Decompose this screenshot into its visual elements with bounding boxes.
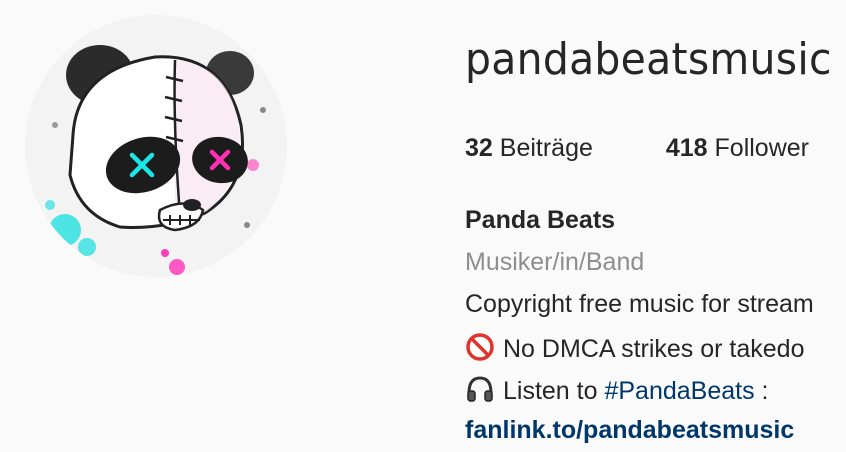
followers-label: Follower xyxy=(714,134,809,162)
profile-category: Musiker/in/Band xyxy=(465,248,645,276)
followers-stat[interactable]: 418 Follower xyxy=(666,134,809,163)
bio-line-3: Listen to #PandaBeats : xyxy=(465,374,769,411)
headphones-icon xyxy=(465,374,495,411)
profile-username: pandabeatsmusic xyxy=(465,34,832,85)
followers-count: 418 xyxy=(665,134,708,162)
bio-line-2-text: No DMCA strikes or takedo xyxy=(503,335,805,363)
panda-avatar-icon xyxy=(25,15,287,277)
profile-stats: 32 Beiträge 418 Follower xyxy=(465,134,846,163)
hashtag-link[interactable]: #PandaBeats xyxy=(604,377,754,405)
profile-external-link[interactable]: fanlink.to/pandabeatsmusic xyxy=(465,416,794,445)
posts-label: Beiträge xyxy=(499,134,593,162)
posts-stat[interactable]: 32 Beiträge xyxy=(465,134,593,163)
profile-avatar[interactable] xyxy=(25,15,287,277)
bio-line-1: Copyright free music for stream xyxy=(465,290,814,318)
profile-full-name: Panda Beats xyxy=(465,206,616,234)
bio-line-3-prefix: Listen to xyxy=(503,377,598,405)
bio-line-3-suffix: : xyxy=(754,377,769,405)
prohibited-icon xyxy=(465,332,495,369)
posts-count: 32 xyxy=(465,134,493,162)
bio-line-2: No DMCA strikes or takedo xyxy=(465,332,805,369)
